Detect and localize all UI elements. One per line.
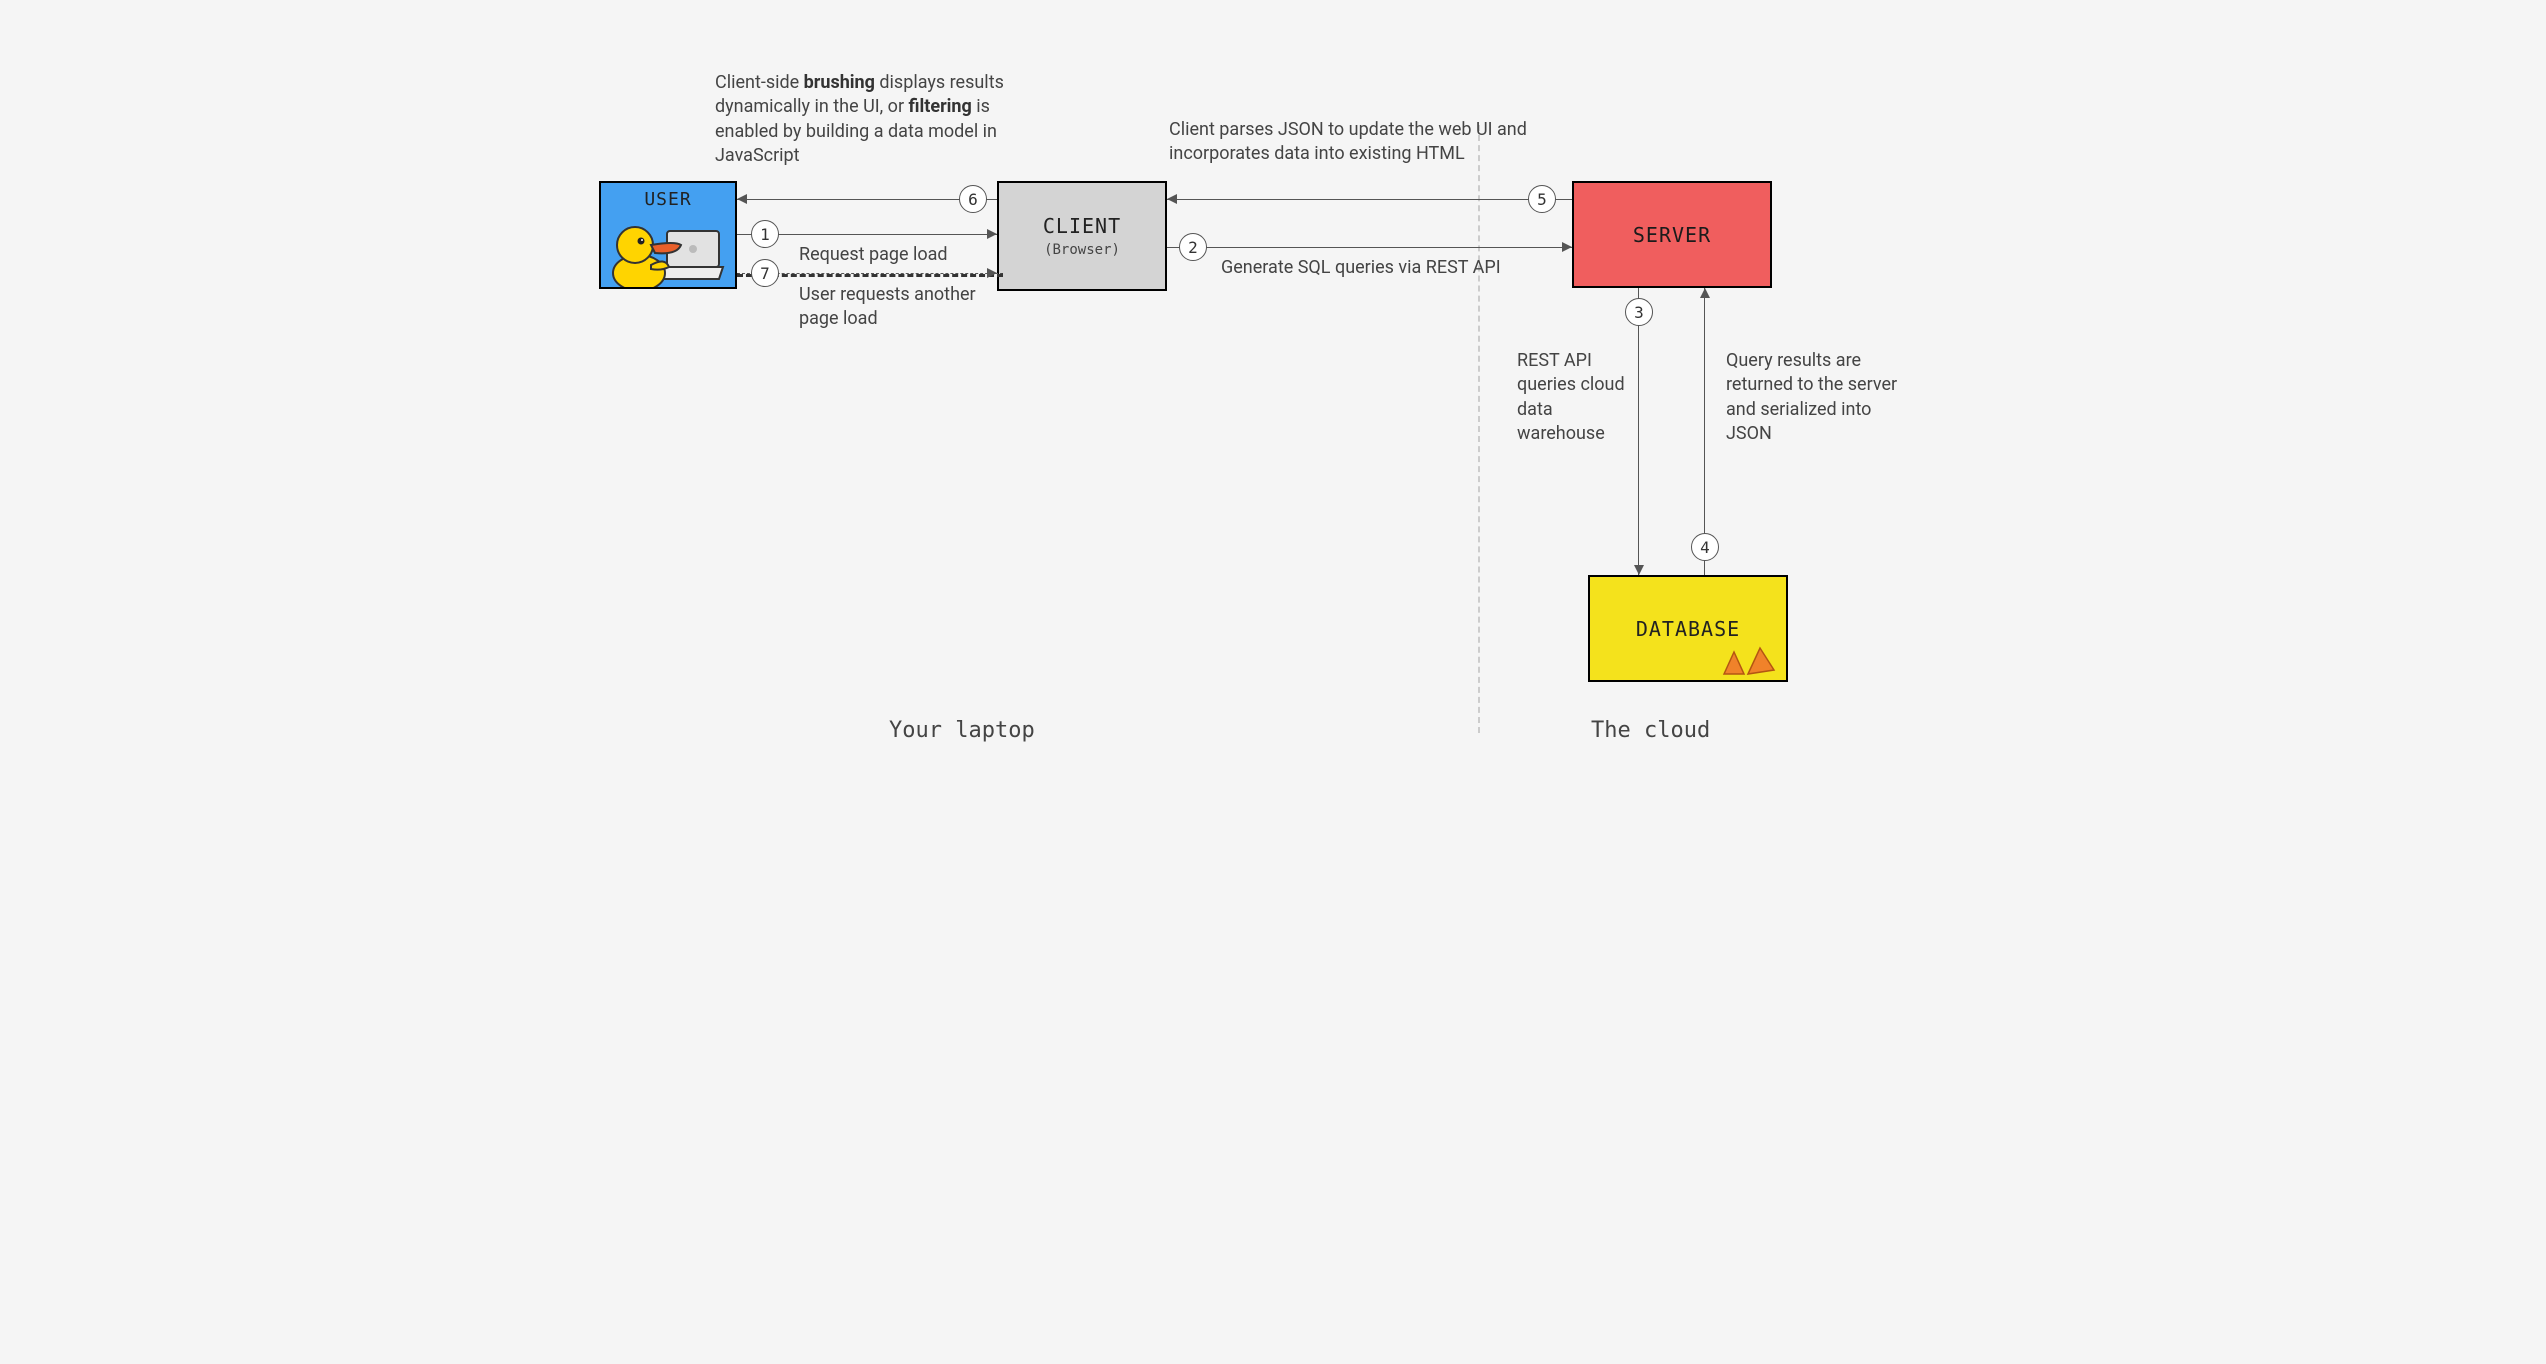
arrow-7-head <box>987 268 997 278</box>
duck-feet-icon <box>1722 646 1778 676</box>
duck-with-laptop-icon <box>611 211 729 289</box>
caption-parse-json: Client parses JSON to update the web UI … <box>1169 118 1589 167</box>
caption-another-load: User requests another page load <box>799 283 999 332</box>
caption-brushing-b1: brushing <box>804 72 875 93</box>
region-cloud-label: The cloud <box>1591 718 1710 743</box>
arrow-4-head <box>1700 288 1710 298</box>
arrow-5-head <box>1167 194 1177 204</box>
badge-7: 7 <box>751 259 779 287</box>
caption-brushing-pre: Client-side <box>715 72 804 93</box>
badge-2: 2 <box>1179 233 1207 261</box>
database-node: DATABASE <box>1588 575 1788 682</box>
badge-5: 5 <box>1528 185 1556 213</box>
caption-request-load: Request page load <box>799 243 948 267</box>
arrow-3-head <box>1634 565 1644 575</box>
arrow-6-head <box>737 194 747 204</box>
arrow-1-head <box>987 229 997 239</box>
caption-query-results: Query results are returned to the server… <box>1726 349 1916 446</box>
region-laptop-label: Your laptop <box>889 718 1035 743</box>
client-node: CLIENT (Browser) <box>997 181 1167 291</box>
caption-brushing-b2: filtering <box>909 96 972 117</box>
arrow-6-line <box>737 199 997 200</box>
client-title: CLIENT <box>1043 214 1121 238</box>
client-subtitle: (Browser) <box>1044 242 1120 258</box>
caption-rest-query: REST API queries cloud data warehouse <box>1517 349 1627 446</box>
badge-6: 6 <box>959 185 987 213</box>
badge-4: 4 <box>1691 533 1719 561</box>
user-label: USER <box>644 189 691 210</box>
region-divider <box>1478 125 1480 733</box>
architecture-diagram: USER CLIENT (Browser) <box>523 0 2023 803</box>
arrow-2-head <box>1562 242 1572 252</box>
arrow-5-line <box>1167 199 1572 200</box>
arrow-4-line <box>1704 288 1705 575</box>
user-node: USER <box>599 181 737 289</box>
server-node: SERVER <box>1572 181 1772 288</box>
badge-3: 3 <box>1625 298 1653 326</box>
badge-1: 1 <box>751 220 779 248</box>
caption-brushing: Client-side brushing displays results dy… <box>715 71 1025 168</box>
arrow-2-line <box>1167 247 1572 248</box>
caption-generate-sql: Generate SQL queries via REST API <box>1221 256 1501 280</box>
arrow-3-line <box>1638 288 1639 575</box>
database-title: DATABASE <box>1636 617 1740 641</box>
server-title: SERVER <box>1633 223 1711 247</box>
